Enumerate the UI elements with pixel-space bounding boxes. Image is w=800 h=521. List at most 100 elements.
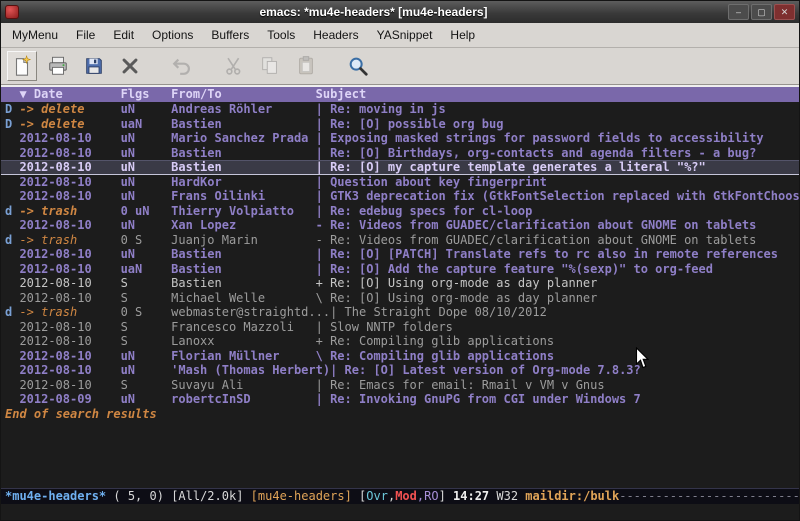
message-from: Juanjo Marin xyxy=(171,233,315,248)
message-date: -> trash xyxy=(19,305,120,320)
mode-line[interactable]: *mu4e-headers* ( 5, 0) [All/2.0k] [mu4e-… xyxy=(1,488,799,504)
paste-button xyxy=(291,51,321,81)
message-row[interactable]: 2012-08-10uNXan Lopez- Re: Videos from G… xyxy=(1,218,799,233)
message-date: 2012-08-10 xyxy=(19,363,120,378)
message-date: -> trash xyxy=(19,204,120,219)
message-flags: uaN xyxy=(121,262,172,277)
column-header-flags[interactable]: Flgs xyxy=(121,87,172,102)
message-row[interactable]: 2012-08-10uNBastien| Re: [O] [PATCH] Tra… xyxy=(1,247,799,262)
message-subject: | Re: [O] Birthdays, org-contacts and ag… xyxy=(316,146,757,161)
message-flags: uN xyxy=(121,392,172,407)
message-from: webmaster@straightd... xyxy=(171,305,330,320)
message-flags: 0 S xyxy=(121,233,172,248)
message-subject: + Re: Compiling glib applications xyxy=(316,334,554,349)
message-row-current[interactable]: 2012-08-10uNBastien| Re: [O] my capture … xyxy=(1,160,799,175)
print-button[interactable] xyxy=(43,51,73,81)
menu-item-file[interactable]: File xyxy=(67,24,104,46)
message-row[interactable]: 2012-08-10uNMario Sanchez Prada| Exposin… xyxy=(1,131,799,146)
message-row[interactable]: 2012-08-10uNFrans Oilinki| GTK3 deprecat… xyxy=(1,189,799,204)
toolbar xyxy=(1,48,799,85)
message-row[interactable]: d-> trash0 uNThierry Volpiatto| Re: edeb… xyxy=(1,204,799,219)
message-flags: 0 S xyxy=(121,305,172,320)
message-subject: | Exposing masked strings for password f… xyxy=(316,131,764,146)
menu-item-tools[interactable]: Tools xyxy=(258,24,304,46)
cut-button xyxy=(219,51,249,81)
message-from: Michael Welle xyxy=(171,291,315,306)
message-subject: | Re: Invoking GnuPG from CGI under Wind… xyxy=(316,392,641,407)
menu-item-buffers[interactable]: Buffers xyxy=(202,24,258,46)
message-from: HardKor xyxy=(171,175,315,190)
message-from: Bastien xyxy=(171,117,315,132)
paste-icon xyxy=(295,55,317,77)
message-row[interactable]: 2012-08-10uNFlorian Müllner\ Re: Compili… xyxy=(1,349,799,364)
search-icon xyxy=(347,55,369,77)
message-flags: S xyxy=(121,334,172,349)
message-subject: | Question about key fingerprint xyxy=(316,175,547,190)
message-mark xyxy=(5,262,19,277)
mode-line-segment: Mod xyxy=(395,489,417,503)
menu-item-help[interactable]: Help xyxy=(441,24,484,46)
message-date: 2012-08-10 xyxy=(19,349,120,364)
new-file-button[interactable] xyxy=(7,51,37,81)
message-date: 2012-08-10 xyxy=(19,175,120,190)
column-header-from[interactable]: From/To xyxy=(171,87,315,102)
message-date: 2012-08-10 xyxy=(19,189,120,204)
menu-item-edit[interactable]: Edit xyxy=(104,24,143,46)
window-icon xyxy=(5,5,19,19)
mode-line-segment: W32 xyxy=(496,489,525,503)
message-row[interactable]: 2012-08-10uaNBastien| Re: [O] Add the ca… xyxy=(1,262,799,277)
message-row[interactable]: 2012-08-10SSuvayu Ali| Re: Emacs for ema… xyxy=(1,378,799,393)
menu-item-options[interactable]: Options xyxy=(143,24,202,46)
message-from: Florian Müllner xyxy=(171,349,315,364)
message-row[interactable]: 2012-08-09uNrobertcInSD| Re: Invoking Gn… xyxy=(1,392,799,407)
close-button[interactable]: ✕ xyxy=(774,4,795,20)
end-of-results: End of search results xyxy=(1,407,799,422)
message-date: 2012-08-10 xyxy=(19,276,120,291)
mode-line-segment: Ovr xyxy=(366,489,388,503)
message-subject: - Re: Videos from GUADEC/clarification a… xyxy=(316,218,757,233)
message-row[interactable]: 2012-08-10SMichael Welle\ Re: [O] Using … xyxy=(1,291,799,306)
message-subject: | Re: Emacs for email: Rmail v VM v Gnus xyxy=(316,378,605,393)
message-row[interactable]: 2012-08-10SBastien+ Re: [O] Using org-mo… xyxy=(1,276,799,291)
copy-icon xyxy=(259,55,281,77)
column-header-subject[interactable]: Subject xyxy=(316,87,367,102)
message-mark: d xyxy=(5,305,19,320)
message-date: 2012-08-10 xyxy=(19,160,120,175)
undo-button xyxy=(167,51,197,81)
message-row[interactable]: D-> deleteuNAndreas Röhler| Re: moving i… xyxy=(1,102,799,117)
message-row[interactable]: D-> deleteuaNBastien| Re: [O] possible o… xyxy=(1,117,799,132)
message-row[interactable]: 2012-08-10uNBastien| Re: [O] Birthdays, … xyxy=(1,146,799,161)
mode-line-segment: ( 5, 0) xyxy=(106,489,171,503)
message-row[interactable]: d-> trash0 SJuanjo Marin- Re: Videos fro… xyxy=(1,233,799,248)
menu-item-headers[interactable]: Headers xyxy=(304,24,367,46)
search-button[interactable] xyxy=(343,51,373,81)
message-subject: \ Re: [O] Using org-mode as day planner xyxy=(316,291,598,306)
message-from: Andreas Röhler xyxy=(171,102,315,117)
message-from: Frans Oilinki xyxy=(171,189,315,204)
message-flags: uN xyxy=(121,363,172,378)
menu-item-yasnippet[interactable]: YASnippet xyxy=(368,24,442,46)
minimize-button[interactable]: – xyxy=(728,4,749,20)
message-row[interactable]: 2012-08-10uNHardKor| Question about key … xyxy=(1,175,799,190)
message-row[interactable]: d-> trash0 Swebmaster@straightd...| The … xyxy=(1,305,799,320)
message-subject: | The Straight Dope 08/10/2012 xyxy=(330,305,547,320)
column-header-date[interactable]: ▼ Date xyxy=(19,87,120,102)
message-flags: uN xyxy=(121,146,172,161)
message-row[interactable]: 2012-08-10SFrancesco Mazzoli| Slow NNTP … xyxy=(1,320,799,335)
message-row[interactable]: 2012-08-10SLanoxx+ Re: Compiling glib ap… xyxy=(1,334,799,349)
close-buffer-button[interactable] xyxy=(115,51,145,81)
message-date: 2012-08-10 xyxy=(19,378,120,393)
message-mark: d xyxy=(5,204,19,219)
window-title: emacs: *mu4e-headers* [mu4e-headers] xyxy=(19,5,728,19)
message-subject: | Re: [O] Latest version of Org-mode 7.8… xyxy=(330,363,641,378)
message-from: Bastien xyxy=(171,247,315,262)
save-button[interactable] xyxy=(79,51,109,81)
message-date: 2012-08-10 xyxy=(19,218,120,233)
message-row[interactable]: 2012-08-10uN'Mash (Thomas Herbert)| Re: … xyxy=(1,363,799,378)
menu-item-mymenu[interactable]: MyMenu xyxy=(3,24,67,46)
message-flags: S xyxy=(121,276,172,291)
message-date: 2012-08-10 xyxy=(19,247,120,262)
maximize-button[interactable]: ▢ xyxy=(751,4,772,20)
title-bar[interactable]: emacs: *mu4e-headers* [mu4e-headers] – ▢… xyxy=(1,1,799,23)
echo-area[interactable] xyxy=(1,504,799,520)
